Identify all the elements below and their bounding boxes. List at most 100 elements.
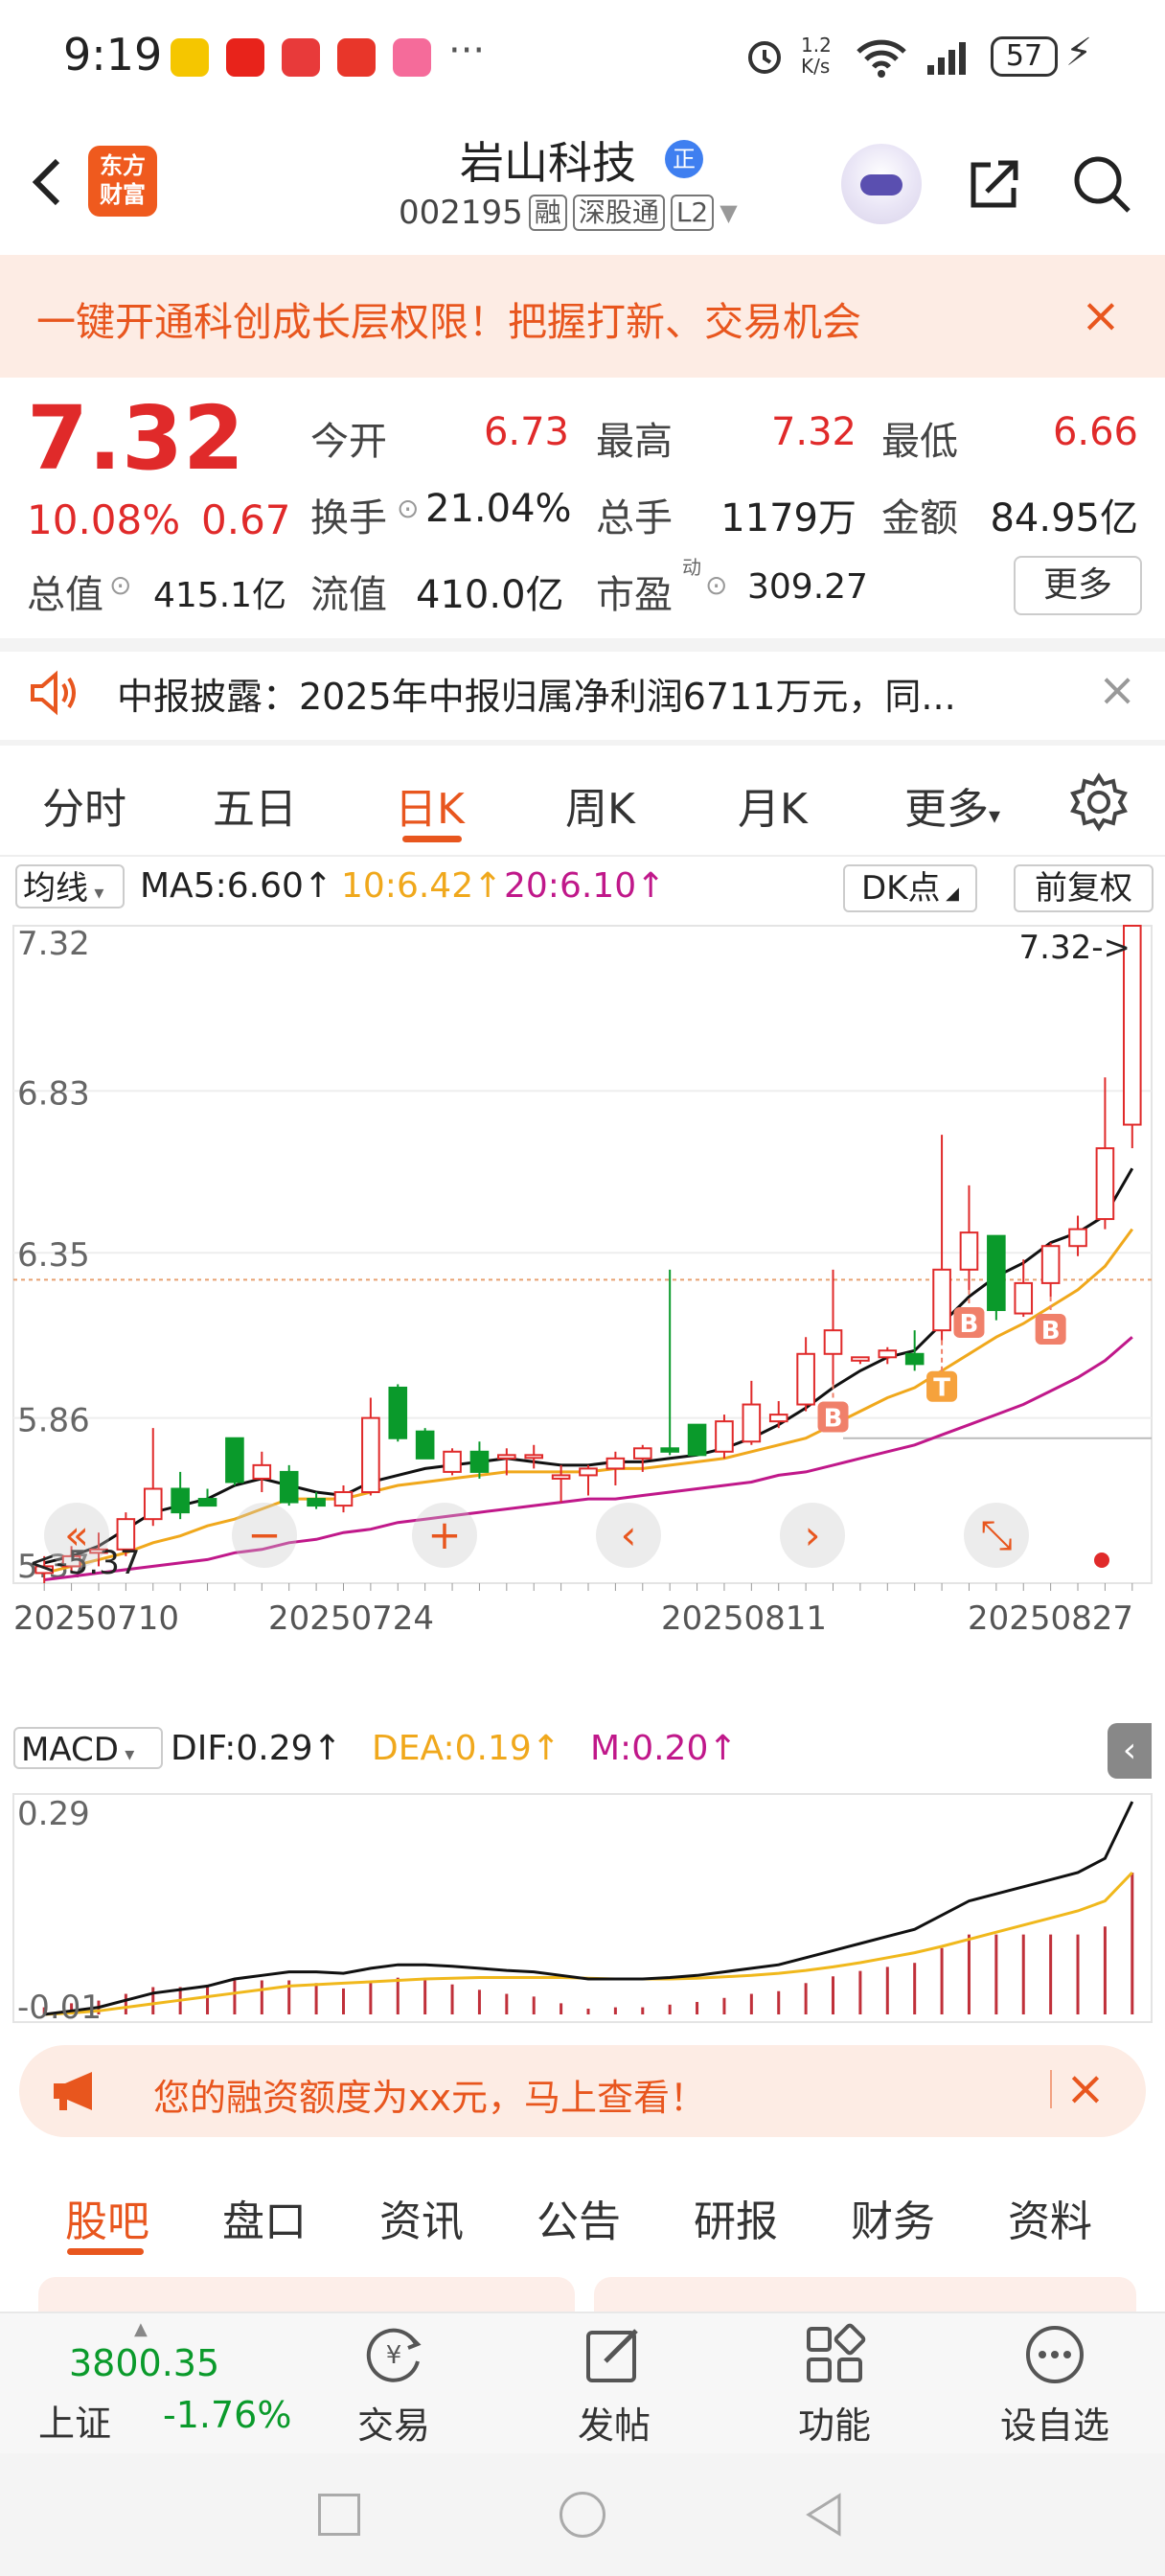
promo-banner-text[interactable]: 一键开通科创成长层权限！把握打新、交易机会: [36, 289, 861, 347]
content-card[interactable]: [38, 2277, 575, 2315]
subline-dropdown-icon[interactable]: ▼: [720, 199, 737, 226]
margin-banner-divider: [1050, 2070, 1052, 2108]
nav-watchlist-label[interactable]: 设自选: [983, 2396, 1127, 2449]
candle: [333, 1491, 354, 1507]
ma-selector[interactable]: 均线 ▾: [15, 864, 125, 908]
nav-function-label[interactable]: 功能: [763, 2396, 906, 2449]
prev-icon-glyph[interactable]: ‹: [621, 1511, 637, 1558]
more-button[interactable]: 更多: [1014, 556, 1142, 615]
fullscreen-icon[interactable]: ⤡: [964, 1503, 1029, 1568]
megaphone-icon: [54, 2072, 92, 2110]
speaker-icon: [31, 670, 76, 716]
tab-profile[interactable]: 资料: [1008, 2187, 1092, 2248]
stock-name: 岩山科技: [460, 137, 636, 189]
index-change[interactable]: -1.76%: [163, 2394, 291, 2436]
content-card[interactable]: [594, 2277, 1136, 2315]
zoom-out-icon-glyph[interactable]: −: [247, 1511, 281, 1558]
rewind-icon-glyph[interactable]: «: [64, 1511, 89, 1558]
macd-selector[interactable]: MACD ▾: [13, 1727, 163, 1769]
trade-marker-label: T: [933, 1374, 950, 1403]
tab-more[interactable]: 更多▾: [904, 774, 1000, 836]
trade-icon[interactable]: ¥: [362, 2323, 425, 2386]
ma-selector-label: 均线: [23, 869, 88, 908]
promo-close-icon[interactable]: ×: [1081, 288, 1121, 343]
tab-guba[interactable]: 股吧: [65, 2187, 149, 2248]
margin-banner-text[interactable]: 您的融资额度为xx元，马上查看！: [153, 2068, 706, 2121]
tab-monthly-k[interactable]: 月K: [738, 774, 808, 836]
candle: [1095, 1147, 1115, 1221]
zoom-in-icon[interactable]: +: [412, 1503, 477, 1568]
turnover-info-icon[interactable]: ⊙: [397, 493, 419, 524]
back-arrow-icon[interactable]: [21, 153, 79, 211]
announcement-close-icon[interactable]: ×: [1098, 663, 1136, 717]
tag-l2: L2: [670, 195, 715, 231]
post-icon[interactable]: [582, 2323, 646, 2386]
tab-finance[interactable]: 财务: [851, 2187, 935, 2248]
trade-marker-label: B: [1041, 1317, 1061, 1346]
tab-daily-k[interactable]: 日K: [395, 774, 465, 836]
candle: [307, 1498, 326, 1507]
tab-timeshare[interactable]: 分时: [42, 774, 126, 836]
candle: [687, 1423, 707, 1457]
tab-weekly-k[interactable]: 周K: [565, 774, 635, 836]
candle: [796, 1352, 815, 1406]
tab-notice[interactable]: 公告: [537, 2187, 621, 2248]
gear-icon[interactable]: [1069, 772, 1129, 832]
plot-frame: [12, 925, 1153, 1584]
next-icon-glyph[interactable]: ›: [805, 1511, 821, 1558]
recents-icon[interactable]: [318, 2494, 360, 2536]
announcement-text[interactable]: 中报披露：2025年中报归属净利润6711万元，同...: [117, 667, 956, 720]
grid-icon[interactable]: [803, 2323, 866, 2386]
candle: [415, 1430, 435, 1460]
adjust-button[interactable]: 前复权: [1014, 864, 1154, 912]
candle: [1040, 1245, 1061, 1284]
wifi-icon: [857, 39, 906, 78]
rewind-icon[interactable]: «: [44, 1503, 109, 1568]
price-change-pct: 10.08%: [27, 496, 181, 543]
ai-assistant-avatar[interactable]: [841, 144, 922, 224]
tab-five-day[interactable]: 五日: [213, 774, 297, 836]
mktcap-info-icon[interactable]: ⊙: [109, 569, 131, 601]
amount-label: 金额: [881, 496, 958, 540]
section-divider: [0, 638, 1165, 652]
fullscreen-icon-glyph[interactable]: ⤡: [980, 1511, 1013, 1558]
tab-news[interactable]: 资讯: [379, 2187, 464, 2248]
zoom-in-icon-glyph[interactable]: +: [427, 1511, 461, 1558]
index-caret-icon: ▲: [134, 2319, 148, 2339]
active-tab-underline: [402, 836, 462, 842]
nav-post-label[interactable]: 发帖: [542, 2396, 686, 2449]
charging-icon: ⚡: [1065, 31, 1093, 75]
nav-trade-label[interactable]: 交易: [322, 2396, 466, 2449]
mktcap-value: 415.1亿: [153, 576, 287, 615]
candle: [143, 1487, 163, 1521]
side-panel-toggle-icon[interactable]: ‹: [1108, 1723, 1152, 1779]
dea-label: DEA:0.19↑: [372, 1729, 560, 1768]
search-icon[interactable]: [1071, 153, 1132, 215]
candle: [171, 1487, 190, 1514]
stock-subline: 002195 融 深股通 L2 ▼: [399, 194, 738, 232]
index-value[interactable]: 3800.35: [69, 2342, 219, 2384]
system-back-icon[interactable]: [801, 2492, 847, 2538]
candle: [768, 1414, 788, 1423]
pe-info-icon[interactable]: ⊙: [705, 569, 727, 601]
high-value: 7.32: [770, 410, 857, 454]
home-icon[interactable]: [560, 2492, 605, 2538]
margin-close-icon[interactable]: ×: [1065, 2060, 1106, 2116]
candle: [851, 1356, 870, 1362]
kline-chart[interactable]: 7.326.836.355.865.37BTBB7.32-><-5.37«−+‹…: [0, 916, 1165, 1673]
zoom-out-icon[interactable]: −: [232, 1503, 297, 1568]
more-dots-icon[interactable]: [1023, 2323, 1086, 2386]
dk-point-button[interactable]: DK点 ◢: [843, 864, 977, 912]
low-value: 6.66: [1052, 410, 1138, 454]
dk-caret-icon: ◢: [940, 884, 960, 904]
index-name[interactable]: 上证: [38, 2394, 111, 2447]
huawei-icon: [337, 38, 376, 77]
ma20-label: 20:6.10↑: [504, 866, 666, 906]
tab-research[interactable]: 研报: [694, 2187, 778, 2248]
y-tick-label: 6.35: [17, 1236, 90, 1275]
share-icon[interactable]: [966, 155, 1023, 213]
tab-pankou[interactable]: 盘口: [222, 2187, 307, 2248]
price-change: 0.67: [201, 496, 291, 543]
prev-icon[interactable]: ‹: [596, 1503, 661, 1568]
next-icon[interactable]: ›: [780, 1503, 845, 1568]
